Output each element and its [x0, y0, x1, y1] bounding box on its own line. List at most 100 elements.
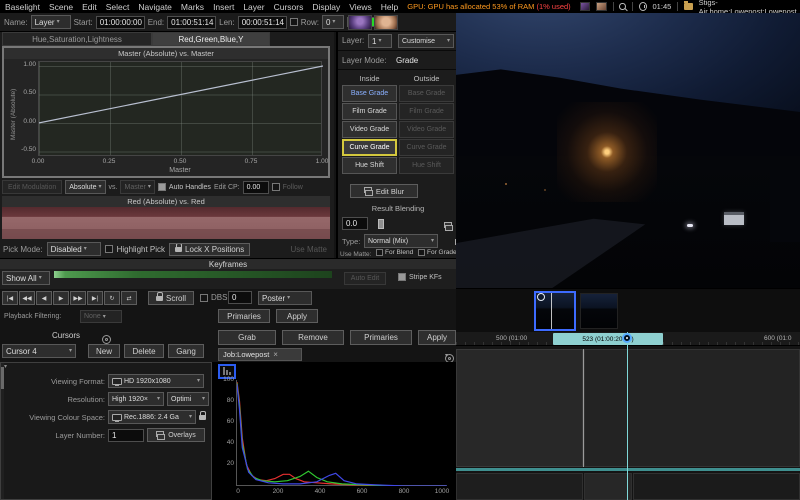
transport-loop-button[interactable]: ↻ — [104, 291, 120, 305]
stripe-kfs-control[interactable]: Stripe KFs — [398, 273, 442, 281]
timeline-track-segment[interactable] — [456, 473, 583, 500]
reference-still-thumbnail[interactable] — [374, 15, 398, 30]
for-grade-checkbox[interactable] — [418, 249, 425, 256]
transport-play-reverse-button[interactable]: ◀ — [36, 291, 52, 305]
start-input[interactable]: 01:00:00:00 — [96, 16, 145, 29]
tab-hue-saturation-lightness[interactable]: Hue,Saturation,Lightness — [2, 32, 152, 46]
end-input[interactable]: 01:00:51:14 — [167, 16, 216, 29]
follow-checkbox[interactable] — [272, 183, 280, 191]
layers-icon[interactable] — [444, 222, 453, 231]
menu-baselight[interactable]: Baselight — [5, 2, 40, 12]
transport-go-start-button[interactable]: |◀ — [2, 291, 18, 305]
blend-type-dropdown[interactable]: Normal (Mix)▾ — [364, 234, 438, 248]
grade-primaries-button[interactable]: Primaries — [350, 330, 412, 345]
user-avatar[interactable] — [580, 2, 590, 11]
dbs-checkbox[interactable] — [200, 294, 208, 302]
menu-insert[interactable]: Insert — [213, 2, 234, 12]
stripe-kfs-checkbox[interactable] — [398, 273, 406, 281]
cursor-new-button[interactable]: New — [88, 344, 120, 358]
pick-mode-dropdown[interactable]: Disabled▾ — [47, 242, 101, 256]
user-avatar[interactable] — [596, 2, 606, 11]
transport-bounce-button[interactable]: ⇄ — [121, 291, 137, 305]
menu-views[interactable]: Views — [349, 2, 372, 12]
mode-video-grade-inside[interactable]: Video Grade — [342, 121, 397, 138]
mode-film-grade-outside[interactable]: Film Grade — [399, 103, 454, 120]
chevron-down-icon[interactable]: ▾ — [445, 353, 448, 359]
red-curve-plot[interactable] — [2, 207, 330, 239]
colour-space-dropdown[interactable]: Rec.1886: 2.4 Ga▾ — [108, 410, 196, 424]
keyframe-track[interactable] — [54, 271, 332, 278]
name-dropdown[interactable]: Layer▾ — [31, 15, 71, 29]
for-blend-checkbox[interactable] — [376, 249, 383, 256]
lock-icon[interactable] — [199, 415, 206, 420]
mode-hue-shift-outside[interactable]: Hue Shift — [399, 157, 454, 174]
mode-hue-shift-inside[interactable]: Hue Shift — [342, 157, 397, 174]
keyframes-show-all-dropdown[interactable]: Show All▾ — [2, 271, 50, 285]
grade-track[interactable] — [456, 468, 800, 471]
menu-select[interactable]: Select — [106, 2, 130, 12]
poster-dropdown[interactable]: Poster▾ — [258, 291, 312, 305]
for-blend-control[interactable]: For Blend — [376, 249, 413, 256]
panel-scrollbar[interactable] — [1, 363, 4, 499]
search-icon[interactable] — [619, 3, 625, 10]
for-grade-control[interactable]: For Grade — [418, 249, 457, 256]
edit-modulation-button[interactable]: Edit Modulation — [2, 180, 62, 194]
cursor-gang-button[interactable]: Gang — [168, 344, 204, 358]
timeline-clip[interactable] — [456, 349, 583, 467]
mode-base-grade-inside[interactable]: Base Grade — [342, 85, 397, 102]
mode-film-grade-inside[interactable]: Film Grade — [342, 103, 397, 120]
gear-icon[interactable] — [102, 335, 111, 344]
menu-edit[interactable]: Edit — [82, 2, 97, 12]
mode-video-grade-outside[interactable]: Video Grade — [399, 121, 454, 138]
customise-dropdown[interactable]: Customise▾ — [398, 34, 454, 48]
resolution-dropdown[interactable]: High 1920×▾ — [108, 392, 164, 406]
curve-target-dropdown[interactable]: Master▾ — [120, 180, 154, 194]
curve-mode-dropdown[interactable]: Absolute▾ — [65, 180, 105, 194]
timeline-track-segment[interactable] — [633, 473, 800, 500]
lock-x-positions-button[interactable]: Lock X Positions — [169, 243, 250, 256]
primaries-button[interactable]: Primaries — [218, 309, 270, 323]
tab-red-green-blue-y[interactable]: Red,Green,Blue,Y — [152, 32, 270, 46]
mode-curve-grade-inside[interactable]: Curve Grade — [342, 139, 397, 156]
panel-corner-icon[interactable]: ▾ — [4, 363, 7, 370]
close-icon[interactable]: × — [273, 350, 278, 359]
cursor-delete-button[interactable]: Delete — [124, 344, 164, 358]
len-input[interactable]: 00:00:51:14 — [238, 16, 287, 29]
keyframe-marker-icon[interactable] — [537, 293, 545, 301]
menu-display[interactable]: Display — [312, 2, 340, 12]
transport-fast-forward-button[interactable]: ▶▶ — [70, 291, 86, 305]
overlays-button[interactable]: Overlays — [147, 428, 205, 442]
scroll-button[interactable]: Scroll — [148, 291, 194, 305]
timeline-track-segment[interactable] — [584, 473, 632, 500]
playhead-marker[interactable] — [622, 333, 632, 343]
master-curve-plot[interactable] — [38, 61, 322, 156]
blend-value-input[interactable]: 0.0 — [342, 217, 368, 230]
grab-button[interactable]: Grab — [218, 330, 276, 345]
edit-blur-button[interactable]: Edit Blur — [350, 184, 418, 198]
apply-button[interactable]: Apply — [276, 309, 318, 323]
highlight-pick-checkbox[interactable] — [105, 245, 113, 253]
remove-button[interactable]: Remove — [282, 330, 344, 345]
layer-number-dropdown[interactable]: 1▾ — [368, 34, 392, 48]
job-tab[interactable]: Job:Lowepost× — [218, 348, 302, 361]
mode-curve-grade-outside[interactable]: Curve Grade — [399, 139, 454, 156]
image-viewer[interactable] — [456, 13, 800, 288]
filmstrip-thumbnail[interactable] — [580, 293, 618, 329]
menu-scene[interactable]: Scene — [49, 2, 73, 12]
transport-go-end-button[interactable]: ▶| — [87, 291, 103, 305]
menu-marks[interactable]: Marks — [181, 2, 204, 12]
layer-number-input[interactable]: 1 — [108, 429, 144, 442]
auto-handles-checkbox[interactable] — [158, 183, 166, 191]
timeline-clip[interactable] — [584, 349, 800, 467]
menu-navigate[interactable]: Navigate — [138, 2, 172, 12]
menu-layer[interactable]: Layer — [243, 2, 264, 12]
cursor-dropdown[interactable]: Cursor 4▾ — [2, 344, 76, 358]
row-checkbox[interactable] — [290, 18, 298, 26]
viewing-format-dropdown[interactable]: HD 1920x1080▾ — [108, 374, 204, 388]
reference-still-thumbnail[interactable] — [348, 15, 372, 30]
playback-filtering-dropdown[interactable]: None▾ — [80, 310, 122, 323]
grade-apply-button[interactable]: Apply — [418, 330, 456, 345]
scrollbar-thumb[interactable] — [1, 367, 4, 389]
playhead[interactable] — [627, 332, 628, 500]
dbs-input[interactable]: 0 — [228, 291, 252, 304]
